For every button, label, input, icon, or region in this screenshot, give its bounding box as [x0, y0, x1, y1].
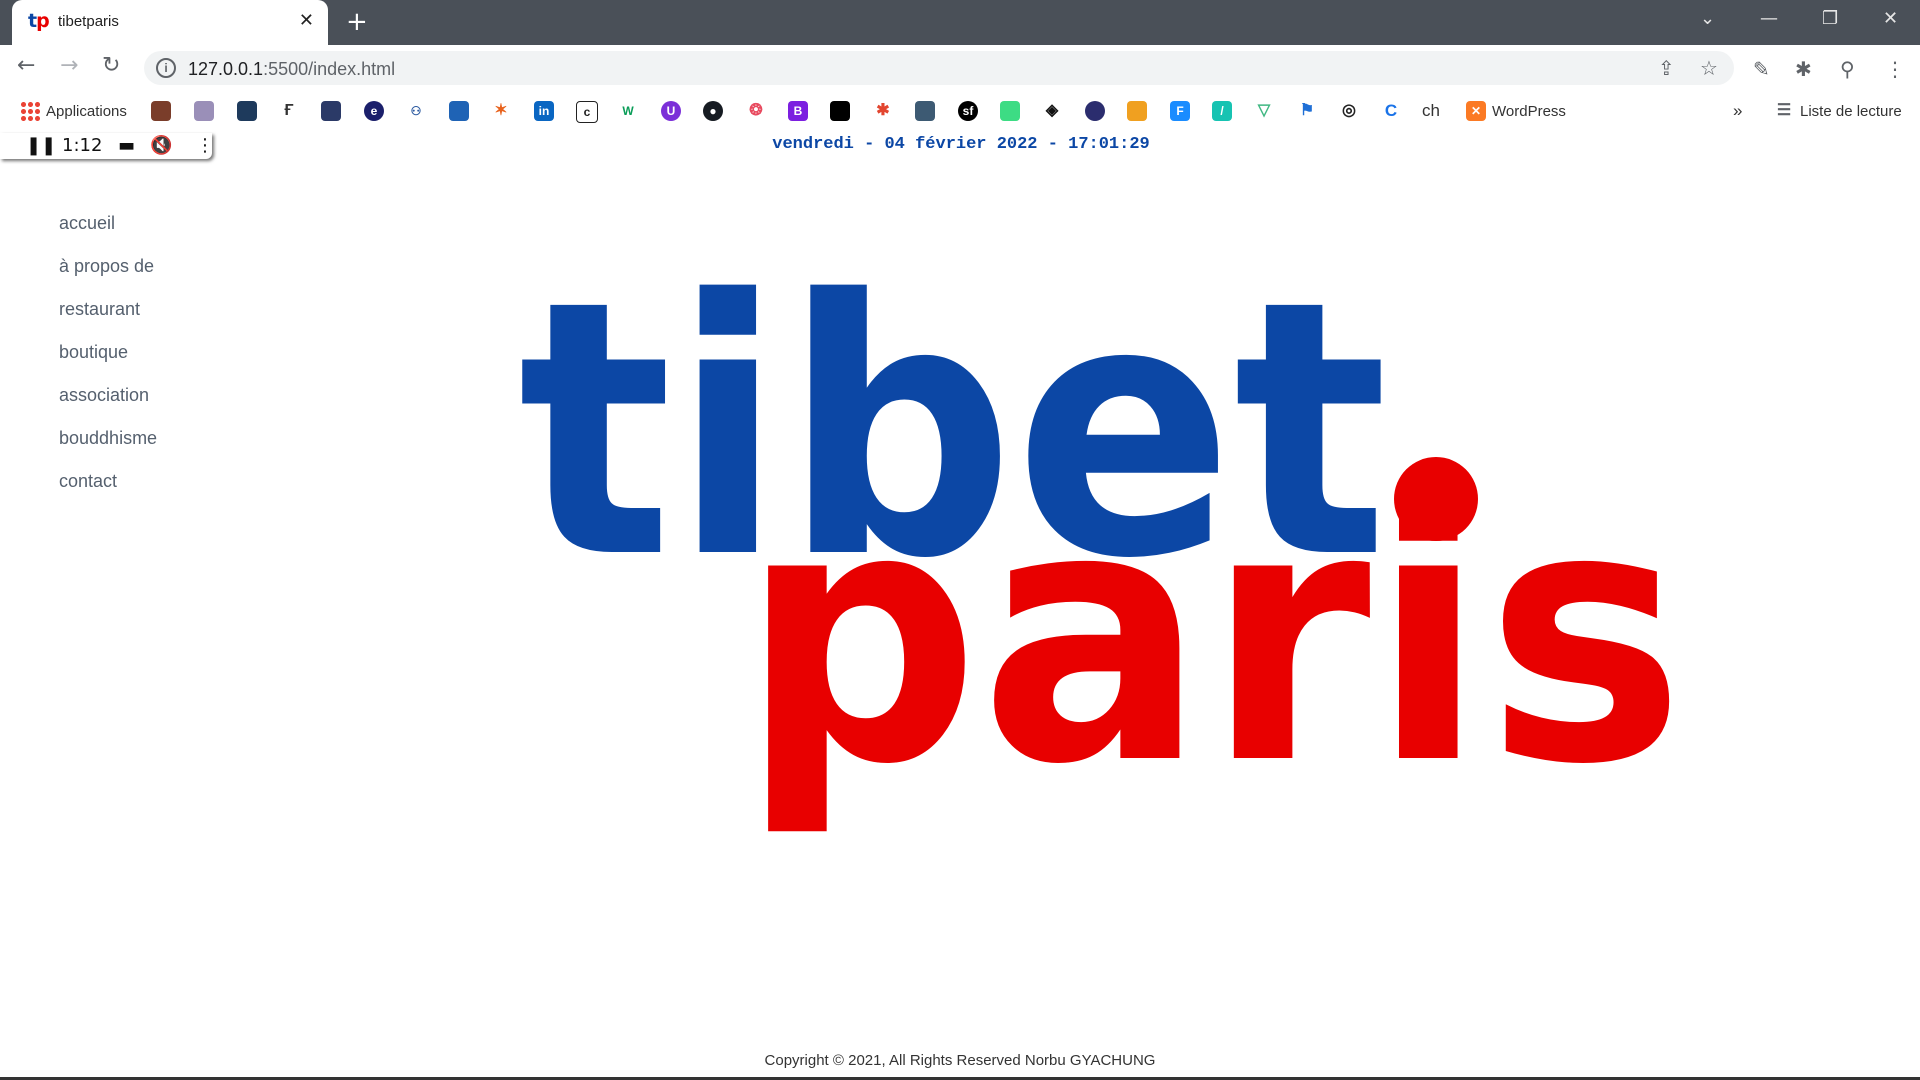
logo-paris: paris	[740, 432, 1685, 842]
tibetparis-logo: tibet paris	[518, 226, 1685, 842]
footer-copyright: Copyright © 2021, All Rights Reserved No…	[764, 1052, 1156, 1069]
